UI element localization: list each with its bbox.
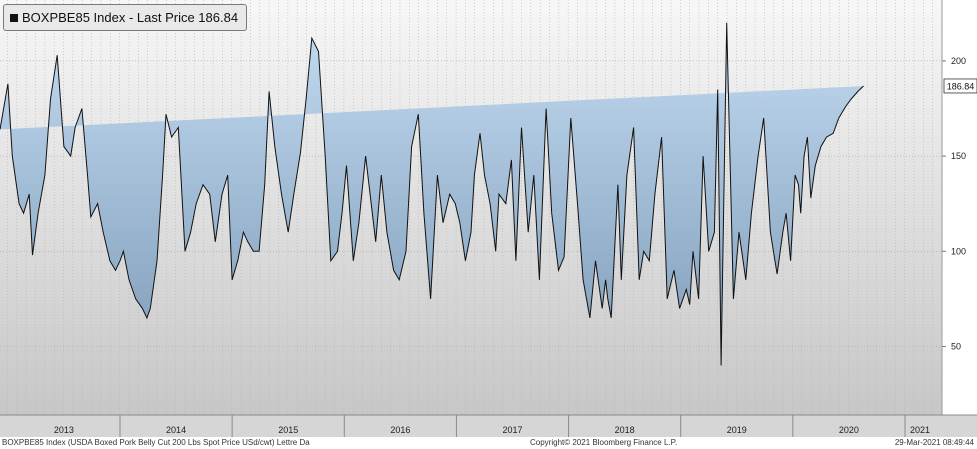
legend-box: BOXPBE85 Index - Last Price 186.84 bbox=[3, 4, 248, 31]
footer-source: BOXPBE85 Index (USDA Boxed Pork Belly Cu… bbox=[2, 438, 310, 447]
x-tick-label: 2017 bbox=[502, 425, 522, 435]
footer-copyright: Copyright© 2021 Bloomberg Finance L.P. bbox=[530, 438, 678, 447]
x-tick-label: 2018 bbox=[615, 425, 635, 435]
x-tick-label: 2015 bbox=[278, 425, 298, 435]
last-price-label: 186.84 bbox=[947, 81, 975, 91]
legend-swatch bbox=[10, 13, 18, 22]
footer: BOXPBE85 Index (USDA Boxed Pork Belly Cu… bbox=[0, 437, 977, 449]
last-price-marker: 186.84 bbox=[940, 78, 977, 94]
x-tick-label: 2020 bbox=[839, 425, 859, 435]
x-tick-label: 2014 bbox=[166, 425, 186, 435]
footer-timestamp: 29-Mar-2021 08:49:44 bbox=[894, 438, 974, 447]
x-tick-label: 2016 bbox=[390, 425, 410, 435]
x-axis-band bbox=[0, 415, 977, 437]
x-tick-label: 2019 bbox=[727, 425, 747, 435]
y-tick-label: 200 bbox=[951, 56, 966, 66]
x-tick-label: 2021 bbox=[910, 425, 930, 435]
y-tick-label: 150 bbox=[951, 151, 966, 161]
price-chart: 50 100 150 200 2013 2014 2015 2016 2017 2018 2019… bbox=[0, 0, 977, 437]
legend-text: BOXPBE85 Index - Last Price 186.84 bbox=[22, 10, 239, 25]
y-tick-label: 50 bbox=[951, 341, 961, 351]
x-tick-label: 2013 bbox=[54, 425, 74, 435]
y-tick-label: 100 bbox=[951, 246, 966, 256]
